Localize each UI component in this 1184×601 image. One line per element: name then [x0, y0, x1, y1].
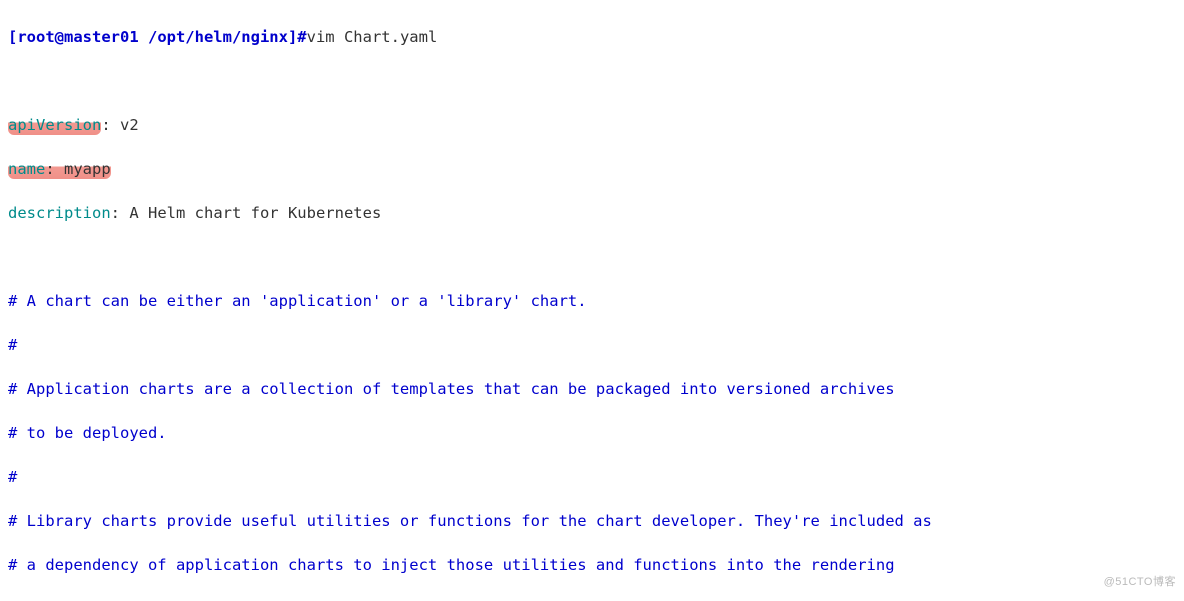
- comment-line: #: [8, 466, 1176, 488]
- yaml-key-name: name: [8, 160, 45, 178]
- comment-line: #: [8, 334, 1176, 356]
- yaml-line-name: name: myapp: [8, 158, 1176, 180]
- prompt-user-host: [root@master01: [8, 28, 148, 46]
- yaml-val-description: A Helm chart for Kubernetes: [129, 204, 381, 222]
- yaml-sep: :: [111, 204, 130, 222]
- yaml-sep: :: [101, 116, 120, 134]
- prompt-path: /opt/helm/nginx: [148, 28, 288, 46]
- yaml-line-apiversion: apiVersion: v2: [8, 114, 1176, 136]
- comment-line: # Library charts provide useful utilitie…: [8, 510, 1176, 532]
- yaml-line-description: description: A Helm chart for Kubernetes: [8, 202, 1176, 224]
- yaml-key-apiversion: apiVersion: [8, 116, 101, 135]
- shell-prompt-line: [root@master01 /opt/helm/nginx]#vim Char…: [8, 26, 1176, 48]
- blank-line: [8, 70, 1176, 92]
- comment-line: # to be deployed.: [8, 422, 1176, 444]
- yaml-sep: :: [45, 160, 64, 178]
- yaml-val-apiversion: v2: [120, 116, 139, 134]
- yaml-val-name: myapp: [64, 160, 111, 178]
- watermark-text: @51CTO博客: [1104, 571, 1176, 593]
- prompt-bracket: ]#: [288, 28, 307, 46]
- comment-line: # A chart can be either an 'application'…: [8, 290, 1176, 312]
- yaml-key-description: description: [8, 204, 111, 222]
- blank-line: [8, 246, 1176, 268]
- comment-line: # a dependency of application charts to …: [8, 554, 1176, 576]
- terminal-output[interactable]: [root@master01 /opt/helm/nginx]#vim Char…: [0, 0, 1184, 601]
- shell-command: vim Chart.yaml: [307, 28, 438, 46]
- comment-line: # Application charts are a collection of…: [8, 378, 1176, 400]
